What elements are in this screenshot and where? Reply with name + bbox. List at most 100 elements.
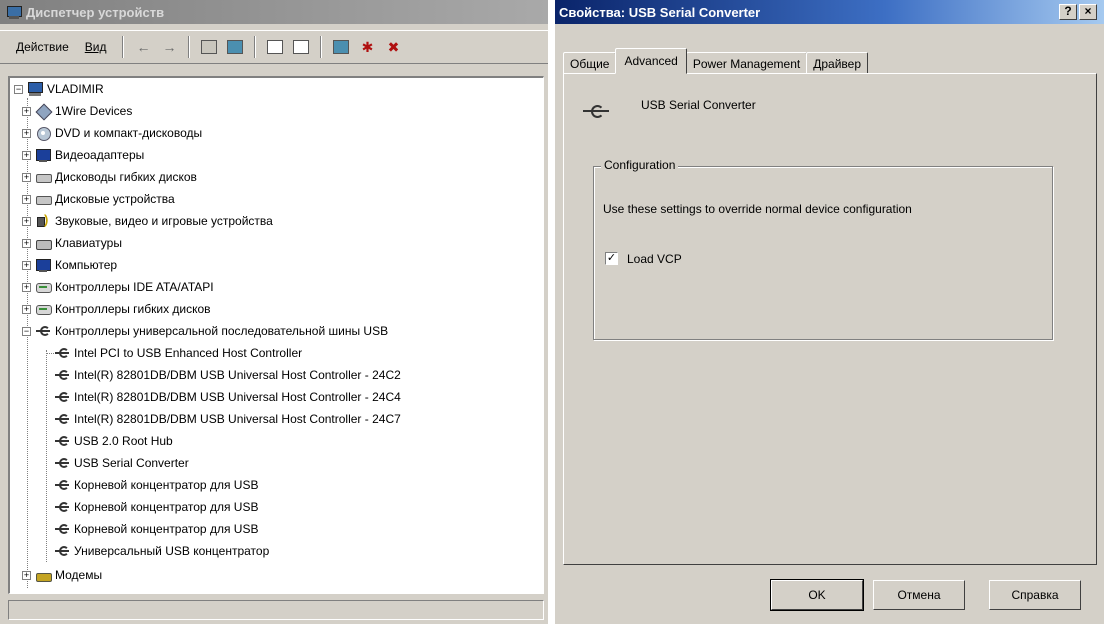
help-caption-button[interactable]: ?: [1059, 4, 1077, 20]
tree-item-usb-device[interactable]: Intel(R) 82801DB/DBM USB Universal Host …: [54, 386, 401, 408]
expand-icon[interactable]: +: [22, 172, 31, 182]
ok-button[interactable]: OK: [770, 579, 864, 611]
tree-item-computer[interactable]: + Компьютер: [22, 254, 117, 276]
usb-icon: [54, 455, 70, 471]
tree-item-label: Корневой концентратор для USB: [74, 522, 259, 536]
usb-icon: [54, 477, 70, 493]
computer-icon: [35, 257, 51, 273]
help-button[interactable]: Справка: [989, 580, 1081, 610]
tree-item-label: Звуковые, видео и игровые устройства: [55, 214, 273, 228]
help-icon[interactable]: [291, 37, 311, 57]
tree-item-usb-device[interactable]: Корневой концентратор для USB: [54, 518, 258, 540]
properties-titlebar[interactable]: Свойства: USB Serial Converter ? ×: [555, 0, 1104, 24]
forward-arrow-icon[interactable]: →: [159, 37, 179, 57]
back-arrow-icon[interactable]: ←: [133, 37, 153, 57]
expand-icon[interactable]: +: [22, 216, 31, 226]
tree-item-usb-controllers[interactable]: − Контроллеры универсальной последовател…: [22, 320, 388, 342]
tree-item-keyboards[interactable]: + Клавиатуры: [22, 232, 122, 254]
display-adapter-icon: [35, 147, 51, 163]
menu-action[interactable]: Действие: [10, 38, 75, 56]
device-tree[interactable]: − VLADIMIR + 1Wire Devices + DVD и компа…: [8, 76, 544, 594]
tab-driver[interactable]: Драйвер: [806, 52, 868, 74]
modem-icon: [35, 567, 52, 583]
tree-item-usb-device[interactable]: USB 2.0 Root Hub: [54, 430, 173, 452]
tree-item-label: Контроллеры IDE ATA/ATAPI: [55, 280, 214, 294]
dvd-drive-icon: [35, 125, 51, 141]
computer-icon: [27, 81, 43, 97]
tree-item-modems[interactable]: + Модемы: [22, 564, 102, 586]
tree-item-label: Компьютер: [55, 258, 118, 272]
tab-power-management[interactable]: Power Management: [685, 52, 808, 74]
tab-strip: Общие Advanced Power Management Драйвер: [563, 48, 868, 74]
tree-item-label: Модемы: [55, 568, 103, 582]
properties-icon[interactable]: [265, 37, 285, 57]
tree-item-usb-serial-converter[interactable]: USB Serial Converter: [54, 452, 189, 474]
usb-icon: [54, 411, 70, 427]
device-manager-titlebar[interactable]: Диспетчер устройств: [0, 0, 548, 24]
load-vcp-label[interactable]: Load VCP: [627, 252, 682, 266]
configuration-description: Use these settings to override normal de…: [603, 202, 912, 216]
tree-item-label: Контроллеры универсальной последовательн…: [55, 324, 389, 338]
menu-view[interactable]: Вид: [79, 38, 113, 56]
tree-item-label: Контроллеры гибких дисков: [55, 302, 211, 316]
toolbar-separator: [254, 36, 257, 58]
tree-item-label: Корневой концентратор для USB: [74, 500, 259, 514]
tree-item-usb-device[interactable]: Intel PCI to USB Enhanced Host Controlle…: [46, 342, 302, 364]
tree-item-video[interactable]: + Видеоадаптеры: [22, 144, 144, 166]
expand-icon[interactable]: +: [22, 304, 31, 314]
usb-icon: [54, 543, 70, 559]
usb-icon: [35, 323, 51, 339]
expand-icon[interactable]: +: [22, 194, 31, 204]
tree-guide: [46, 350, 47, 562]
ide-controller-icon: [35, 279, 52, 295]
expand-icon[interactable]: +: [22, 150, 31, 160]
keyboard-icon: [35, 235, 52, 251]
tree-item-label: USB 2.0 Root Hub: [74, 434, 173, 448]
usb-icon: [54, 389, 70, 405]
tree-item-floppy-drives[interactable]: + Дисководы гибких дисков: [22, 166, 197, 188]
expand-icon[interactable]: +: [22, 260, 31, 270]
properties-list-icon[interactable]: [225, 37, 245, 57]
tree-item-dvd[interactable]: + DVD и компакт-дисководы: [22, 122, 202, 144]
tree-item-usb-device[interactable]: Intel(R) 82801DB/DBM USB Universal Host …: [54, 408, 401, 430]
collapse-icon[interactable]: −: [14, 84, 23, 94]
tab-advanced[interactable]: Advanced: [615, 48, 687, 74]
floppy-controller-icon: [35, 301, 52, 317]
tab-general[interactable]: Общие: [563, 52, 617, 74]
close-button[interactable]: ×: [1079, 4, 1097, 20]
expand-icon[interactable]: +: [22, 238, 31, 248]
tree-item-usb-device[interactable]: Универсальный USB концентратор: [54, 540, 269, 562]
device-name-label: USB Serial Converter: [641, 98, 756, 112]
tree-root[interactable]: − VLADIMIR: [14, 78, 104, 100]
tree-item-ide[interactable]: + Контроллеры IDE ATA/ATAPI: [22, 276, 214, 298]
scan-hardware-icon[interactable]: [331, 37, 351, 57]
expand-icon[interactable]: +: [22, 570, 31, 580]
usb-icon: [54, 499, 70, 515]
expand-icon[interactable]: +: [22, 106, 31, 116]
usb-icon: [54, 521, 70, 537]
tree-item-label: Дисковые устройства: [55, 192, 175, 206]
expand-icon[interactable]: +: [22, 128, 31, 138]
update-driver-icon[interactable]: ✱: [357, 37, 377, 57]
tree-item-label: Универсальный USB концентратор: [74, 544, 270, 558]
tree-item-usb-device[interactable]: Корневой концентратор для USB: [54, 474, 258, 496]
tree-item-sound[interactable]: + Звуковые, видео и игровые устройства: [22, 210, 273, 232]
tree-item-label: 1Wire Devices: [55, 104, 133, 118]
cancel-button[interactable]: Отмена: [873, 580, 965, 610]
tree-item-label: Intel(R) 82801DB/DBM USB Universal Host …: [74, 390, 401, 404]
configuration-group-label: Configuration: [601, 158, 679, 172]
uninstall-icon[interactable]: ✖: [383, 37, 403, 57]
tree-item-usb-device[interactable]: Intel(R) 82801DB/DBM USB Universal Host …: [54, 364, 401, 386]
tree-item-label: Видеоадаптеры: [55, 148, 145, 162]
expand-icon[interactable]: +: [22, 282, 31, 292]
tree-item-1wire[interactable]: + 1Wire Devices: [22, 100, 132, 122]
collapse-icon[interactable]: −: [22, 326, 31, 336]
tree-item-floppy-controllers[interactable]: + Контроллеры гибких дисков: [22, 298, 211, 320]
load-vcp-checkbox[interactable]: ✓: [605, 252, 618, 265]
tree-item-label: Intel(R) 82801DB/DBM USB Universal Host …: [74, 368, 401, 382]
tree-item-label: Дисководы гибких дисков: [55, 170, 197, 184]
tree-item-disk-drives[interactable]: + Дисковые устройства: [22, 188, 175, 210]
1wire-device-icon: [35, 103, 51, 119]
tree-item-usb-device[interactable]: Корневой концентратор для USB: [54, 496, 258, 518]
up-folder-icon[interactable]: [199, 37, 219, 57]
